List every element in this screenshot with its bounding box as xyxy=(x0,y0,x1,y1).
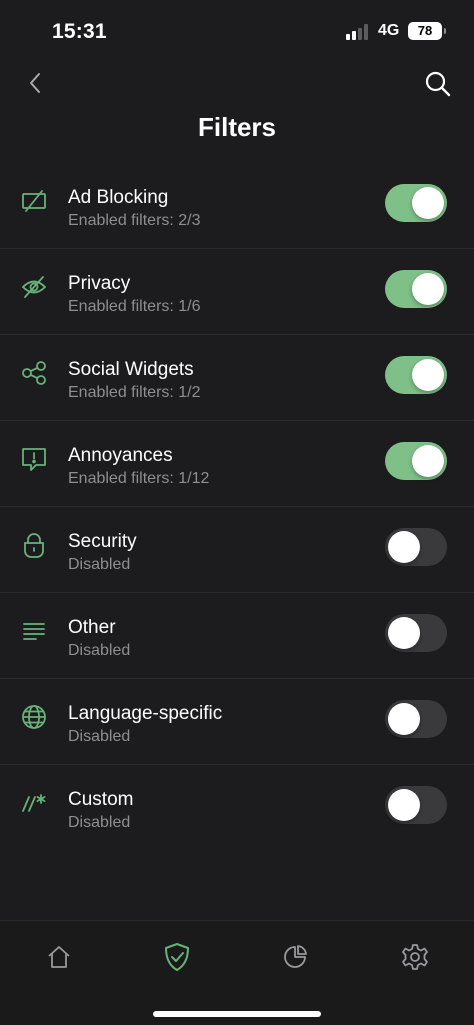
filter-status: Disabled xyxy=(68,556,131,573)
tab-protection[interactable] xyxy=(153,939,201,975)
toggle-knob xyxy=(412,359,444,391)
filter-status: Disabled xyxy=(68,728,131,745)
social-widgets-toggle[interactable] xyxy=(385,356,447,394)
filters-screen: 15:31 4G 78 Filters Ad Blocking Enabled … xyxy=(0,0,474,1025)
privacy-toggle[interactable] xyxy=(385,270,447,308)
chevron-left-icon xyxy=(30,73,40,93)
toggle-knob xyxy=(388,617,420,649)
filter-status: Enabled filters: 1/2 xyxy=(68,384,201,401)
lock-icon xyxy=(20,531,48,559)
privacy-eye-icon xyxy=(20,273,48,301)
status-bar: 15:31 4G 78 xyxy=(0,0,474,60)
ad-blocking-icon xyxy=(20,187,48,215)
other-toggle[interactable] xyxy=(385,614,447,652)
filter-name: Other xyxy=(68,617,116,638)
filter-name: Security xyxy=(68,531,137,552)
filter-name: Custom xyxy=(68,789,134,810)
shield-check-icon xyxy=(165,943,189,971)
globe-icon xyxy=(20,703,48,731)
filter-status: Enabled filters: 2/3 xyxy=(68,212,201,229)
filter-row-custom[interactable]: Custom Disabled xyxy=(0,765,474,851)
status-time: 15:31 xyxy=(52,20,107,43)
search-icon xyxy=(425,71,451,97)
home-indicator xyxy=(153,1011,321,1017)
toggle-knob xyxy=(412,187,444,219)
lines-icon xyxy=(20,617,48,645)
tab-bar xyxy=(0,920,474,1025)
tab-home[interactable] xyxy=(35,939,83,975)
language-specific-toggle[interactable] xyxy=(385,700,447,738)
filter-status: Disabled xyxy=(68,642,131,659)
search-button[interactable] xyxy=(422,68,454,100)
alert-message-icon xyxy=(20,445,48,473)
filter-status: Disabled xyxy=(68,814,131,831)
toggle-knob xyxy=(412,445,444,477)
annoyances-toggle[interactable] xyxy=(385,442,447,480)
statistics-icon xyxy=(284,945,307,968)
filter-row-privacy[interactable]: Privacy Enabled filters: 1/6 xyxy=(0,249,474,335)
settings-icon xyxy=(402,944,428,970)
filter-status: Enabled filters: 1/12 xyxy=(68,470,210,487)
toggle-knob xyxy=(388,789,420,821)
cellular-signal-icon xyxy=(346,24,372,40)
filter-row-annoyances[interactable]: Annoyances Enabled filters: 1/12 xyxy=(0,421,474,507)
filter-status: Enabled filters: 1/6 xyxy=(68,298,201,315)
filter-name: Ad Blocking xyxy=(68,187,169,208)
filter-name: Social Widgets xyxy=(68,359,194,380)
share-icon xyxy=(20,359,48,387)
filter-row-security[interactable]: Security Disabled xyxy=(0,507,474,593)
back-button[interactable] xyxy=(20,68,50,98)
battery-level: 78 xyxy=(417,23,433,38)
custom-rules-icon xyxy=(20,789,48,817)
toggle-knob xyxy=(388,531,420,563)
filter-name: Annoyances xyxy=(68,445,173,466)
ad-blocking-toggle[interactable] xyxy=(385,184,447,222)
security-toggle[interactable] xyxy=(385,528,447,566)
filter-row-social-widgets[interactable]: Social Widgets Enabled filters: 1/2 xyxy=(0,335,474,421)
filter-list: Ad Blocking Enabled filters: 2/3 Privacy… xyxy=(0,163,474,851)
home-icon xyxy=(48,946,70,968)
toggle-knob xyxy=(388,703,420,735)
tab-statistics[interactable] xyxy=(271,939,319,975)
filter-row-ad-blocking[interactable]: Ad Blocking Enabled filters: 2/3 xyxy=(0,163,474,249)
filter-name: Language-specific xyxy=(68,703,223,724)
network-type: 4G xyxy=(378,22,400,39)
custom-toggle[interactable] xyxy=(385,786,447,824)
tab-settings[interactable] xyxy=(391,939,439,975)
filter-row-other[interactable]: Other Disabled xyxy=(0,593,474,679)
toggle-knob xyxy=(412,273,444,305)
page-title: Filters xyxy=(197,112,277,142)
filter-row-language-specific[interactable]: Language-specific Disabled xyxy=(0,679,474,765)
filter-name: Privacy xyxy=(68,273,131,294)
battery-icon: 78 xyxy=(408,22,446,40)
